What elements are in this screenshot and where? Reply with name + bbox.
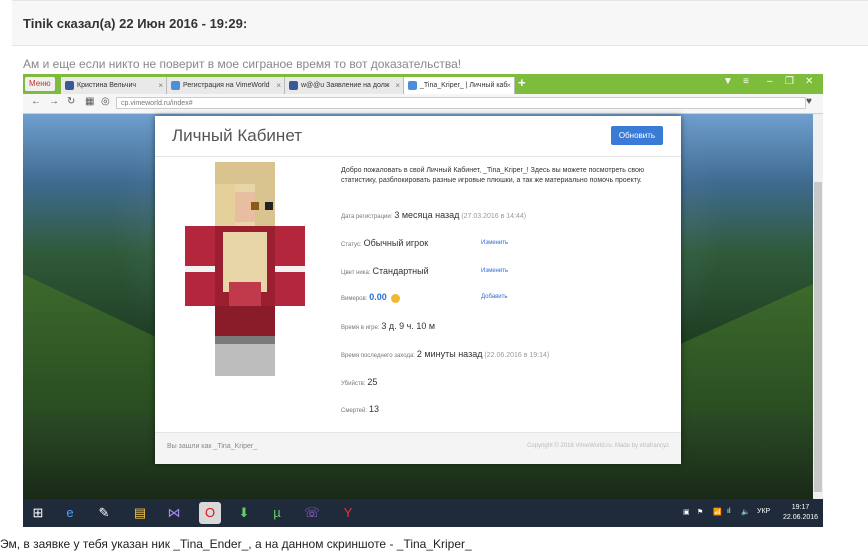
vimers-value: 0.00 [369,292,387,302]
browser-tab[interactable]: Кристина Вельчич × [61,77,167,94]
tray-app-icon[interactable]: ▣ [683,508,690,516]
nick-color-row: Цвет ника: Стандартный Изменить [341,266,671,280]
welcome-text: Добро пожаловать в свой Личный Кабинет, … [341,167,645,184]
tab-label: w@@u Заявление на долж [301,82,390,89]
windows-start-icon[interactable]: ⊞ [27,502,49,524]
close-icon[interactable]: × [158,77,163,94]
registration-date: (27.03.2016 в 14:44) [461,213,527,220]
post-reply-text: Эм, в заявке у тебя указан ник _Tina_End… [0,537,472,551]
registration-label: Дата регистрации: [341,214,393,220]
registration-row: Дата регистрации: 3 месяца назад (27.03.… [341,210,671,224]
pen-tool-icon[interactable]: ✎ [93,502,115,524]
minimize-icon[interactable]: – [767,76,773,87]
clock-time: 19:17 [791,504,810,511]
nick-color-value: Стандартный [372,266,429,276]
scroll-thumb[interactable] [814,182,822,492]
close-icon[interactable]: × [395,77,400,94]
cabinet-title: Личный Кабинет [172,126,302,145]
speed-dial-icon[interactable]: ▦ [85,96,94,107]
post-intro-text: Ам и еще если никто не поверит в мое сиг… [23,57,462,71]
maximize-icon[interactable]: ❐ [785,76,794,87]
tray-network-icon[interactable]: 📶 [713,508,722,516]
torrent-icon[interactable]: µ [266,502,288,524]
system-clock[interactable]: 19:17 22.06.2016 [783,503,818,523]
address-info-icon[interactable]: ◎ [101,96,110,107]
logged-in-as-text: Вы зашли как _Tina_Kriper_ [167,443,258,450]
add-vimers-link[interactable]: Добавить [481,294,508,300]
refresh-button[interactable]: Обновить [611,126,663,145]
nick-color-label: Цвет ника: [341,270,371,276]
tray-signal-icon[interactable]: ıl [727,508,731,515]
internet-explorer-icon[interactable]: e [59,502,81,524]
tab-label: Кристина Вельчич [77,82,136,89]
coin-icon [390,293,400,303]
clock-date: 22.06.2016 [783,514,819,521]
yandex-browser-icon[interactable]: Y [337,502,359,524]
app-icon[interactable]: ⋈ [163,502,185,524]
tab-favicon-icon [65,80,74,90]
last-login-label: Время последнего захода: [341,353,415,359]
status-value: Обычный игрок [363,238,429,248]
browser-menu-button[interactable]: Меню [25,77,55,91]
kills-label: Убийств: [341,381,366,387]
bookmarks-icon[interactable]: ≡ [743,76,749,87]
vimers-row: Вимеров: 0.00 Добавить [341,292,671,306]
cabinet-footer: Вы зашли как _Tina_Kriper_ Copyright © 2… [155,432,681,464]
tab-favicon-icon [289,80,298,90]
page-scrollbar[interactable] [813,114,823,499]
keyboard-language[interactable]: УКР [757,508,770,515]
change-status-link[interactable]: Изменить [481,240,508,246]
kills-value: 25 [367,377,378,387]
change-color-link[interactable]: Изменить [481,268,508,274]
tab-favicon-icon [408,80,417,90]
deaths-value: 13 [369,404,380,414]
cabinet-header: Личный Кабинет Обновить [155,116,681,157]
copyright-text[interactable]: Copyright © 2016 VimeWorld.ru. Made by x… [527,443,669,449]
tab-favicon-icon [171,80,180,90]
personal-cabinet-card: Личный Кабинет Обновить Добро пожаловать [155,116,681,464]
status-label: Статус: [341,242,362,248]
playtime-row: Время в игре: 3 д. 9 ч. 10 м [341,321,671,335]
back-icon[interactable]: ← [31,96,41,107]
close-window-icon[interactable]: ✕ [805,76,813,87]
vimers-label: Вимеров: [341,296,368,302]
new-tab-button[interactable]: + [518,75,526,90]
reload-icon[interactable]: ↻ [67,96,75,107]
viber-icon[interactable]: ☏ [301,502,323,524]
forward-icon[interactable]: → [49,96,59,107]
browser-tab-bar: Меню Кристина Вельчич × Регистрация на Vi… [23,74,823,94]
downloads-icon[interactable]: ▼ [723,76,733,87]
heart-icon[interactable]: ♥ [806,96,812,107]
tray-flag-icon[interactable]: ⚑ [697,508,703,516]
address-bar[interactable]: cp.vimeworld.ru/index# [116,97,806,109]
tab-label: Регистрация на VimeWorld [183,82,270,89]
tab-label: _Tina_Kriper_ | Личный каб [420,82,508,89]
last-login-date: (22.06.2016 в 19:14) [484,352,550,359]
post-header: Tinik сказал(а) 22 Июн 2016 - 19:29: [12,0,868,46]
screenshot-image: Меню Кристина Вельчич × Регистрация на Vi… [23,74,823,527]
registration-value: 3 месяца назад [394,210,460,220]
browser-tab[interactable]: w@@u Заявление на долж × [285,77,404,94]
status-row: Статус: Обычный игрок Изменить [341,238,671,252]
file-explorer-icon[interactable]: ▤ [129,502,151,524]
deaths-label: Смертей: [341,408,368,414]
windows-taskbar: ⊞ e ✎ ▤ ⋈ O ⬇ µ ☏ Y ▣ ⚑ 📶 ıl 🔈 УКР 19:17… [23,499,823,527]
download-app-icon[interactable]: ⬇ [233,502,255,524]
close-icon[interactable]: × [506,77,511,94]
browser-tab-active[interactable]: _Tina_Kriper_ | Личный каб × [404,77,515,94]
browser-tab[interactable]: Регистрация на VimeWorld × [167,77,285,94]
playtime-value: 3 д. 9 ч. 10 м [381,321,436,331]
close-icon[interactable]: × [276,77,281,94]
last-login-value: 2 минуты назад [416,349,483,359]
kills-row: Убийств: 25 [341,377,671,391]
last-login-row: Время последнего захода: 2 минуты назад … [341,349,671,363]
playtime-label: Время в игре: [341,325,380,331]
deaths-row: Смертей: 13 [341,404,671,418]
opera-browser-icon[interactable]: O [199,502,221,524]
browser-nav-bar: ← → ↻ ▦ ◎ cp.vimeworld.ru/index# ♥ [23,94,823,114]
player-skin-avatar [185,162,305,376]
tray-volume-icon[interactable]: 🔈 [741,508,750,516]
post-author-line: Tinik сказал(а) 22 Июн 2016 - 19:29: [23,16,248,31]
